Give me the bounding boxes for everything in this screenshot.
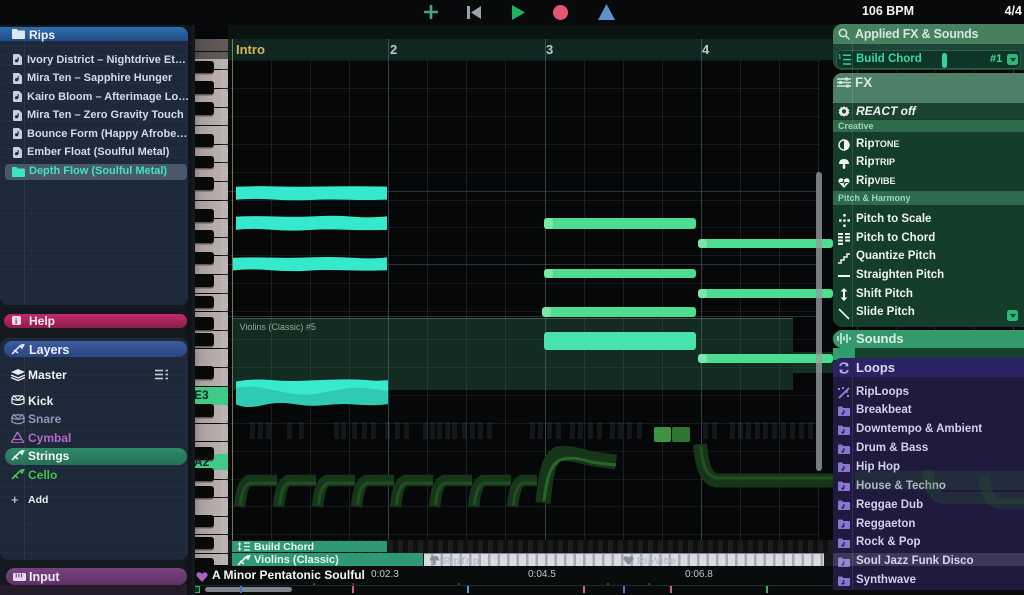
svg-text:1: 1	[838, 54, 842, 60]
